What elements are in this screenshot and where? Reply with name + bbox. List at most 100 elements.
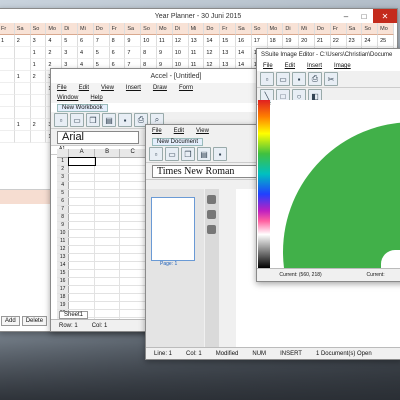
grid-cell[interactable] xyxy=(95,158,121,165)
calendar-day-cell[interactable] xyxy=(0,131,15,143)
grid-cell[interactable] xyxy=(69,174,95,181)
column-header[interactable]: A xyxy=(69,149,95,157)
menu-draw[interactable]: Draw xyxy=(147,85,173,91)
globe-icon[interactable] xyxy=(207,225,216,234)
grid-cell[interactable] xyxy=(69,214,95,221)
row-header[interactable]: 13 xyxy=(57,254,70,261)
calendar-day-cell[interactable] xyxy=(0,107,15,119)
grid-cell[interactable] xyxy=(69,206,95,213)
calendar-day-cell[interactable]: 4 xyxy=(46,35,63,47)
scissors-icon[interactable]: ✂ xyxy=(324,72,338,86)
menu-insert[interactable]: Insert xyxy=(301,63,328,69)
calendar-day-cell[interactable]: 3 xyxy=(62,47,78,59)
image-canvas[interactable] xyxy=(271,100,400,268)
calendar-day-cell[interactable]: 1 xyxy=(30,47,47,59)
calendar-day-cell[interactable]: 19 xyxy=(283,35,300,47)
calendar-day-cell[interactable] xyxy=(0,95,15,107)
grid-cell[interactable] xyxy=(69,262,95,269)
calendar-day-cell[interactable]: 7 xyxy=(125,47,142,59)
grid-cell[interactable] xyxy=(95,310,121,317)
calendar-day-cell[interactable] xyxy=(30,95,47,107)
calendar-day-cell[interactable] xyxy=(14,47,31,59)
row-header[interactable]: 5 xyxy=(57,190,70,197)
calendar-day-cell[interactable]: 1 xyxy=(0,35,15,47)
new-file-icon[interactable]: ▫ xyxy=(149,147,163,161)
grid-cell[interactable] xyxy=(69,198,95,205)
calendar-day-cell[interactable] xyxy=(0,119,15,131)
calendar-day-cell[interactable] xyxy=(14,107,31,119)
grid-cell[interactable] xyxy=(120,310,146,317)
open-folder-icon[interactable]: ▭ xyxy=(70,113,84,127)
grid-cell[interactable] xyxy=(95,254,121,261)
color-palette[interactable] xyxy=(258,100,270,268)
row-header[interactable]: 1 xyxy=(57,158,70,165)
grid-cell[interactable] xyxy=(120,198,146,205)
calendar-day-cell[interactable] xyxy=(30,107,47,119)
calendar-day-cell[interactable]: 8 xyxy=(109,35,126,47)
calendar-day-cell[interactable]: 2 xyxy=(30,71,47,83)
menu-view[interactable]: View xyxy=(190,128,215,134)
font-name-field[interactable]: Times New Roman xyxy=(152,164,262,178)
calendar-day-cell[interactable]: 2 xyxy=(14,35,31,47)
new-image-icon[interactable]: ▫ xyxy=(260,72,274,86)
paste-icon[interactable]: ▤ xyxy=(102,113,116,127)
calendar-day-cell[interactable] xyxy=(14,131,31,143)
row-header[interactable]: 8 xyxy=(57,214,70,221)
grid-cell[interactable] xyxy=(95,222,121,229)
grid-cell[interactable] xyxy=(120,270,146,277)
menu-form[interactable]: Form xyxy=(173,85,199,91)
grid-cell[interactable] xyxy=(95,294,121,301)
calendar-day-cell[interactable]: 22 xyxy=(330,35,347,47)
calendar-day-cell[interactable]: 18 xyxy=(267,35,284,47)
calendar-day-cell[interactable] xyxy=(14,59,31,71)
font-name-field[interactable]: Arial xyxy=(57,130,139,144)
image-editor-titlebar[interactable]: SSuite Image Editor - C:\Users\Christian… xyxy=(257,49,400,61)
calendar-day-cell[interactable]: 2 xyxy=(46,47,63,59)
calendar-day-cell[interactable] xyxy=(14,83,31,95)
calendar-day-cell[interactable]: 6 xyxy=(109,47,126,59)
calendar-day-cell[interactable]: 14 xyxy=(204,35,221,47)
save-icon[interactable]: ▪ xyxy=(292,72,306,86)
grid-cell[interactable] xyxy=(69,270,95,277)
calendar-day-cell[interactable]: 16 xyxy=(235,35,252,47)
grid-cell[interactable] xyxy=(69,182,95,189)
grid-cell[interactable] xyxy=(120,190,146,197)
grid-cell[interactable] xyxy=(69,246,95,253)
row-header[interactable]: 14 xyxy=(57,262,70,269)
calendar-day-cell[interactable]: 2 xyxy=(30,119,47,131)
grid-cell[interactable] xyxy=(95,270,121,277)
calendar-day-cell[interactable] xyxy=(0,59,15,71)
calendar-day-cell[interactable]: 23 xyxy=(346,35,363,47)
calendar-day-cell[interactable]: 1 xyxy=(14,71,31,83)
calendar-day-cell[interactable]: 11 xyxy=(188,47,205,59)
grid-cell[interactable] xyxy=(120,262,146,269)
grid-cell[interactable] xyxy=(120,230,146,237)
menu-file[interactable]: File xyxy=(257,63,279,69)
grid-cell[interactable] xyxy=(95,182,121,189)
menu-edit[interactable]: Edit xyxy=(168,128,190,134)
calendar-day-cell[interactable]: 3 xyxy=(30,35,47,47)
row-header[interactable]: 18 xyxy=(57,294,70,301)
new-file-icon[interactable]: ▫ xyxy=(54,113,68,127)
grid-cell[interactable] xyxy=(95,174,121,181)
grid-cell[interactable] xyxy=(69,222,95,229)
grid-cell[interactable] xyxy=(120,246,146,253)
grid-cell[interactable] xyxy=(68,157,96,166)
grid-cell[interactable] xyxy=(69,286,95,293)
grid-cell[interactable] xyxy=(120,182,146,189)
calendar-day-cell[interactable]: 24 xyxy=(362,35,379,47)
calendar-day-cell[interactable]: 14 xyxy=(235,47,252,59)
calendar-day-cell[interactable] xyxy=(14,95,31,107)
copy-icon[interactable]: ❐ xyxy=(181,147,195,161)
grid-cell[interactable] xyxy=(120,158,146,165)
grid-cell[interactable] xyxy=(120,254,146,261)
calendar-day-cell[interactable]: 12 xyxy=(172,35,189,47)
menu-file[interactable]: File xyxy=(51,85,73,91)
grid-corner[interactable] xyxy=(57,149,70,157)
grid-cell[interactable] xyxy=(95,286,121,293)
grid-cell[interactable] xyxy=(95,230,121,237)
calendar-day-cell[interactable]: 4 xyxy=(77,47,94,59)
copy-icon[interactable]: ❐ xyxy=(86,113,100,127)
tab-new-document[interactable]: New Document xyxy=(152,137,204,146)
calendar-day-cell[interactable]: 25 xyxy=(378,35,394,47)
